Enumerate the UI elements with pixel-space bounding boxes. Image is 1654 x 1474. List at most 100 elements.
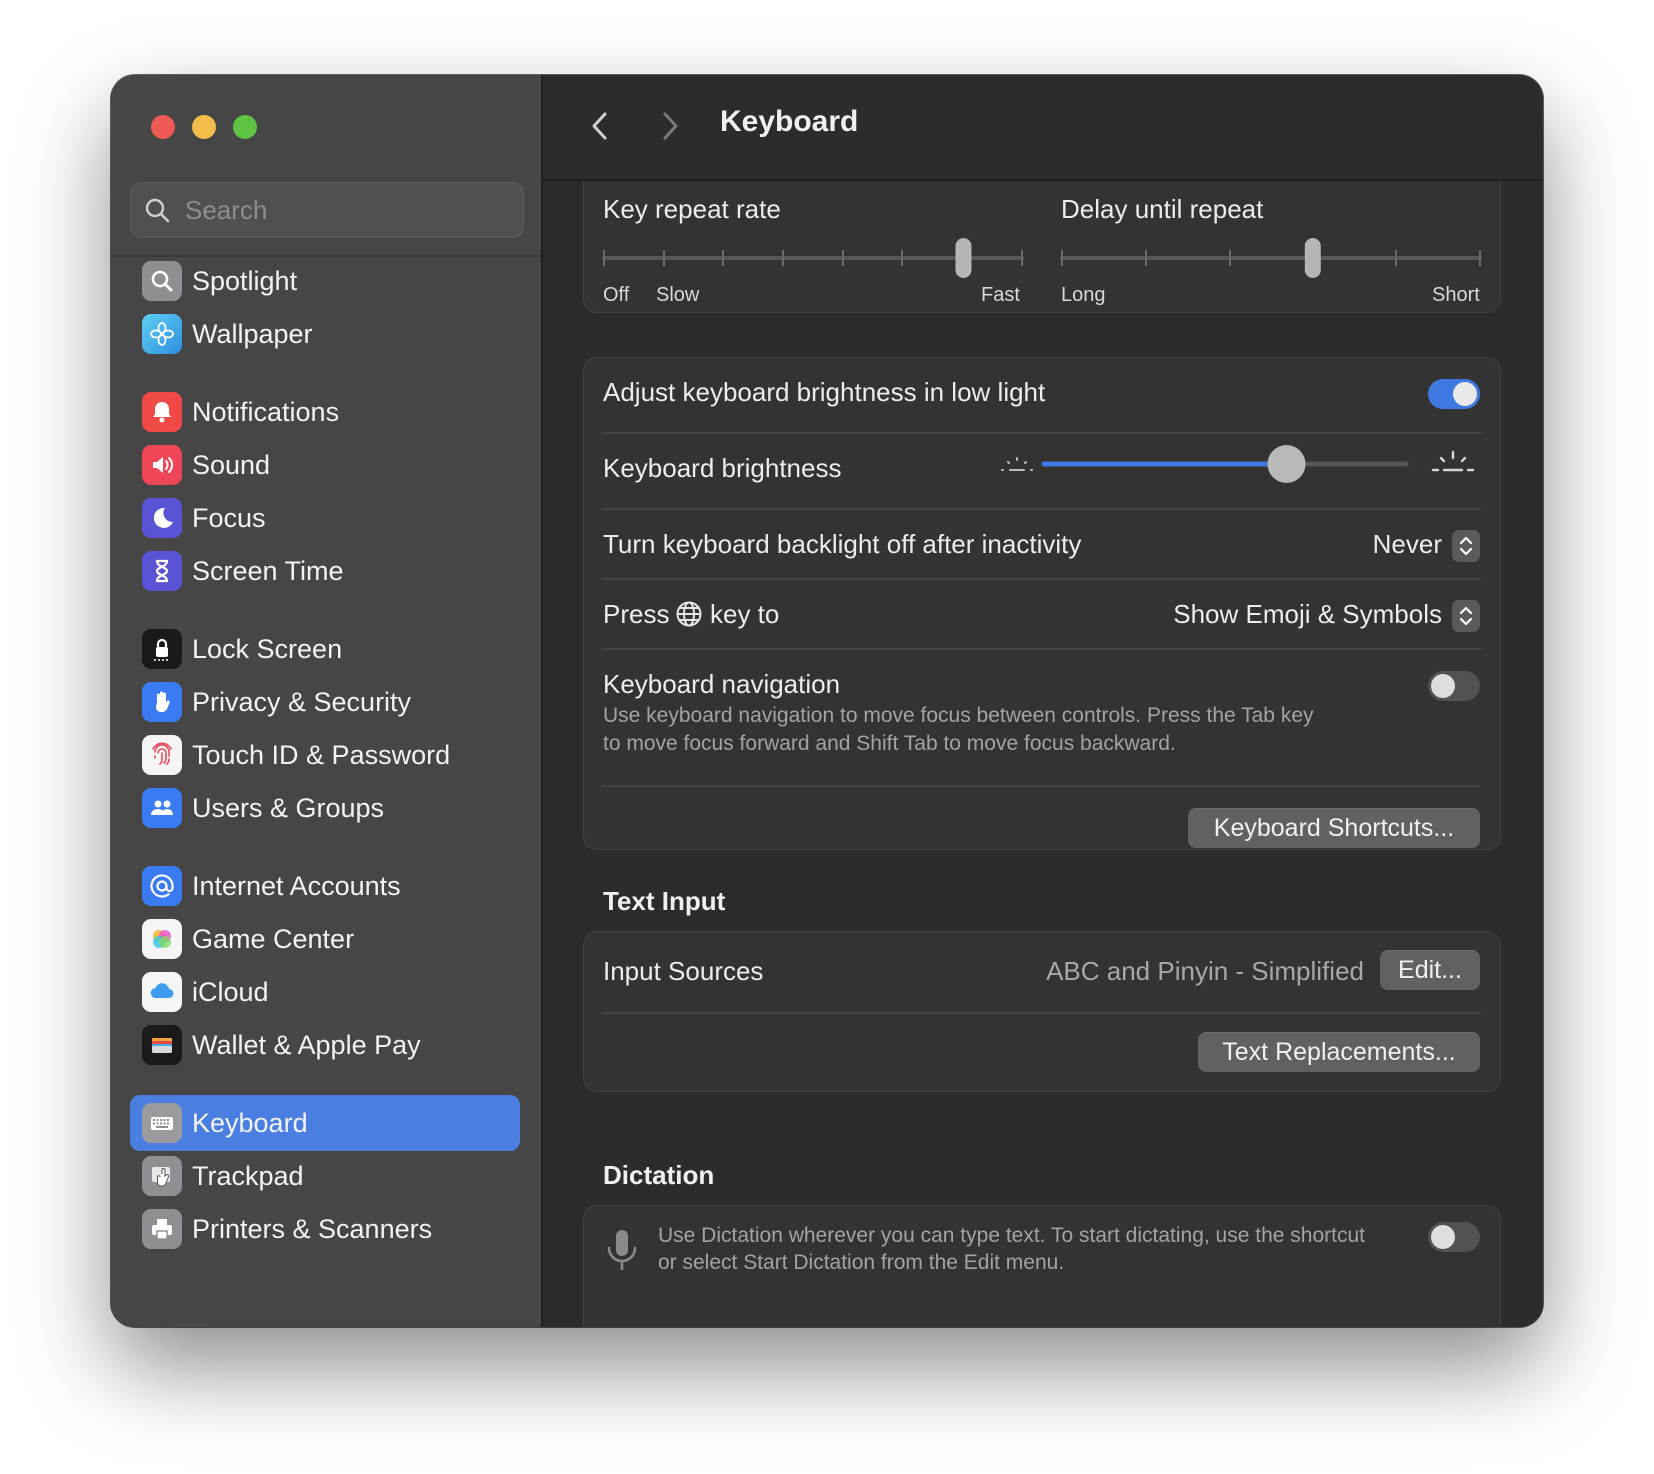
backlight-value[interactable]: Never <box>1373 529 1442 560</box>
divider <box>602 1012 1482 1014</box>
sidebar-item-wallet[interactable]: Wallet & Apple Pay <box>130 1017 520 1073</box>
repeat-fast-label: Fast <box>981 284 1020 306</box>
sidebar-item-lock-screen[interactable]: Lock Screen <box>130 621 520 677</box>
printer-icon <box>142 1209 182 1249</box>
sidebar-item-label: Trackpad <box>192 1160 304 1191</box>
sidebar-item-focus[interactable]: Focus <box>130 490 520 546</box>
divider <box>602 508 1482 510</box>
sidebar-item-users-groups[interactable]: Users & Groups <box>130 780 520 836</box>
notifications-icon <box>142 392 182 432</box>
sidebar-item-internet-accounts[interactable]: Internet Accounts <box>130 858 520 914</box>
sound-icon <box>142 445 182 485</box>
delay-repeat-label: Delay until repeat <box>1061 194 1264 224</box>
sidebar-item-printers[interactable]: Printers & Scanners <box>130 1201 520 1257</box>
sidebar-item-label: Users & Groups <box>192 792 385 823</box>
sidebar-item-notifications[interactable]: Notifications <box>130 384 520 440</box>
divider <box>602 785 1482 787</box>
main-pane: Keyboard Key repeat rate Delay until rep… <box>543 75 1543 1327</box>
sidebar-item-label: Wallet & Apple Pay <box>192 1029 421 1060</box>
globe-icon <box>676 601 702 627</box>
sidebar-item-label: Screen Time <box>192 555 344 586</box>
minimize-window-button[interactable] <box>192 115 216 139</box>
focus-icon <box>142 498 182 538</box>
divider <box>602 578 1482 580</box>
sidebar-item-sound[interactable]: Sound <box>130 437 520 493</box>
window-controls <box>151 115 257 139</box>
sidebar-item-privacy-security[interactable]: Privacy & Security <box>130 674 520 730</box>
sidebar-item-screen-time[interactable]: Screen Time <box>130 543 520 599</box>
sidebar-item-spotlight[interactable]: Spotlight <box>130 253 520 309</box>
sidebar-item-label: Focus <box>192 502 266 533</box>
page-title: Keyboard <box>720 105 859 138</box>
users-icon <box>142 788 182 828</box>
key-repeat-thumb[interactable] <box>955 238 972 278</box>
search-placeholder: Search <box>185 194 268 225</box>
divider <box>602 648 1482 650</box>
sidebar-item-label: Keyboard <box>192 1107 308 1138</box>
keyboard-navigation-desc-1: Use keyboard navigation to move focus be… <box>603 704 1314 727</box>
text-input-card: Input Sources ABC and Pinyin - Simplifie… <box>583 931 1501 1092</box>
adjust-brightness-toggle[interactable] <box>1428 379 1480 409</box>
up-down-chevron-icon <box>1459 536 1473 556</box>
sidebar-item-trackpad[interactable]: Trackpad <box>130 1148 520 1204</box>
at-sign-icon <box>142 866 182 906</box>
press-key-label-post: key to <box>710 599 780 629</box>
sidebar-item-label: Privacy & Security <box>192 686 412 717</box>
sidebar-item-label: Sound <box>192 449 271 480</box>
delay-long-label: Long <box>1061 284 1106 306</box>
search-field[interactable]: Search <box>130 182 524 238</box>
input-sources-label: Input Sources <box>603 956 764 986</box>
privacy-hand-icon <box>142 682 182 722</box>
sidebar-item-wallpaper[interactable]: Wallpaper <box>130 306 520 362</box>
sidebar-item-game-center[interactable]: Game Center <box>130 911 520 967</box>
keyboard-navigation-label: Keyboard navigation <box>603 669 841 699</box>
keyboard-options-card: Adjust keyboard brightness in low light … <box>583 357 1501 850</box>
back-chevron-icon[interactable] <box>585 108 615 144</box>
delay-repeat-slider[interactable] <box>1056 236 1486 280</box>
zoom-window-button[interactable] <box>233 115 257 139</box>
sidebar-item-icloud[interactable]: iCloud <box>130 964 520 1020</box>
microphone-icon <box>607 1230 637 1270</box>
brightness-low-icon <box>1001 457 1033 471</box>
keyboard-shortcuts-button[interactable]: Keyboard Shortcuts... <box>1188 808 1480 848</box>
repeat-off-label: Off <box>603 284 630 306</box>
dictation-desc-2: or select Start Dictation from the Edit … <box>658 1251 1065 1274</box>
close-window-button[interactable] <box>151 115 175 139</box>
spotlight-icon <box>142 261 182 301</box>
dictation-toggle[interactable] <box>1428 1222 1480 1252</box>
titlebar: Keyboard <box>543 75 1543 181</box>
brightness-thumb[interactable] <box>1267 445 1306 483</box>
sidebar-item-label: Touch ID & Password <box>192 739 451 770</box>
sidebar-item-label: Printers & Scanners <box>192 1213 433 1244</box>
text-replacements-button[interactable]: Text Replacements... <box>1198 1032 1480 1072</box>
keyboard-navigation-toggle[interactable] <box>1428 671 1480 701</box>
screen-time-icon <box>142 551 182 591</box>
keyboard-navigation-desc-2: to move focus forward and Shift Tab to m… <box>603 732 1176 755</box>
backlight-off-label: Turn keyboard backlight off after inacti… <box>603 529 1082 559</box>
sidebar-item-label: Internet Accounts <box>192 870 401 901</box>
delay-short-label: Short <box>1432 284 1480 306</box>
input-sources-value: ABC and Pinyin - Simplified <box>1046 956 1364 986</box>
sidebar-item-label: Notifications <box>192 396 340 427</box>
forward-chevron-icon[interactable] <box>655 108 685 144</box>
globe-key-value[interactable]: Show Emoji & Symbols <box>1173 599 1442 630</box>
text-input-heading: Text Input <box>603 886 726 916</box>
keyboard-brightness-slider[interactable] <box>1040 442 1410 486</box>
press-key-label-pre: Press <box>603 599 670 629</box>
brightness-high-icon <box>1431 450 1475 472</box>
sidebar-item-touch-id[interactable]: Touch ID & Password <box>130 727 520 783</box>
sidebar-item-label: Spotlight <box>192 265 298 296</box>
wallpaper-icon <box>142 314 182 354</box>
edit-input-sources-button[interactable]: Edit... <box>1380 950 1480 990</box>
delay-repeat-thumb[interactable] <box>1304 238 1321 278</box>
key-repeat-slider[interactable] <box>598 236 1028 280</box>
backlight-popup-stepper[interactable] <box>1452 530 1480 562</box>
globe-key-popup-stepper[interactable] <box>1452 600 1480 632</box>
dictation-card: Use Dictation wherever you can type text… <box>583 1205 1501 1327</box>
sidebar-item-keyboard[interactable]: Keyboard <box>130 1095 520 1151</box>
sidebar-item-label: Wallpaper <box>192 318 313 349</box>
lock-screen-icon <box>142 629 182 669</box>
adjust-brightness-label: Adjust keyboard brightness in low light <box>603 377 1046 407</box>
keyboard-icon <box>142 1103 182 1143</box>
trackpad-icon <box>142 1156 182 1196</box>
